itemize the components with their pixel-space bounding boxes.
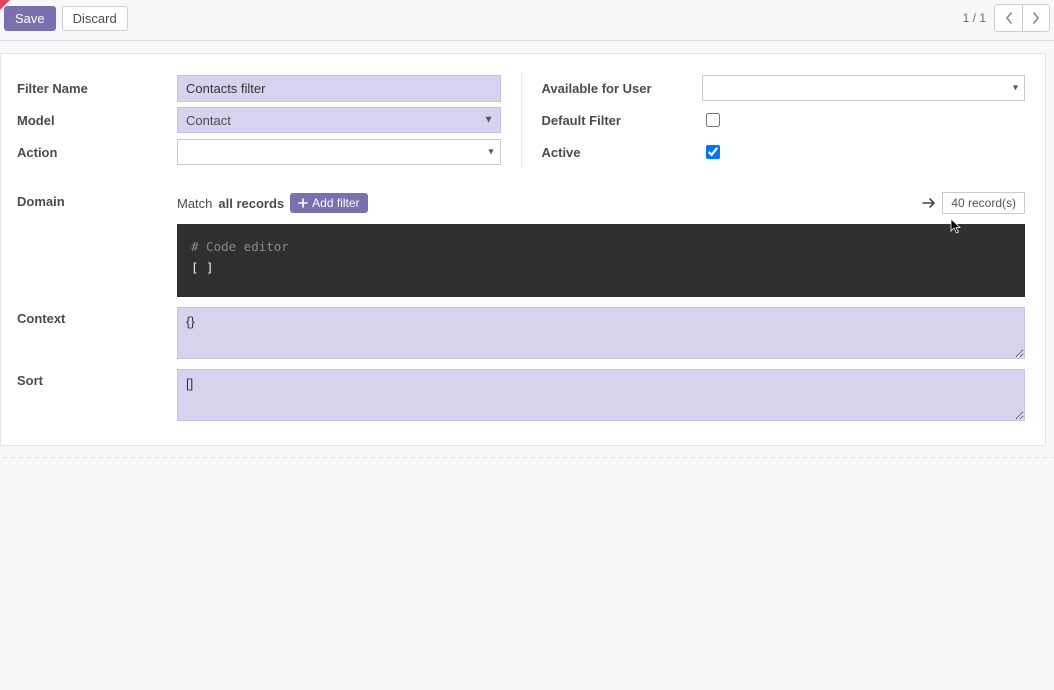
sheet-bottom-edge <box>0 450 1054 458</box>
domain-editor: Match all records Add filter 40 record(s… <box>177 192 1025 297</box>
default-filter-checkbox[interactable] <box>706 113 720 127</box>
available-for-user-label: Available for User <box>542 81 702 96</box>
caret-down-icon: ▾ <box>1013 83 1018 94</box>
default-filter-label: Default Filter <box>542 113 702 128</box>
sort-label: Sort <box>17 369 177 388</box>
save-button[interactable]: Save <box>4 6 56 31</box>
records-button[interactable]: 40 record(s) <box>942 192 1025 214</box>
sort-input[interactable] <box>177 369 1025 421</box>
domain-label: Domain <box>17 192 177 209</box>
domain-code-editor[interactable]: # Code editor [ ] <box>177 224 1025 297</box>
domain-match-text: Match <box>177 196 212 211</box>
code-comment: # Code editor <box>191 236 1011 257</box>
model-select-value: Contact <box>186 113 231 128</box>
filter-name-input[interactable] <box>177 75 501 102</box>
pager-next-button[interactable] <box>1022 4 1050 32</box>
discard-button[interactable]: Discard <box>62 6 128 31</box>
available-for-user-select[interactable]: ▾ <box>702 75 1026 101</box>
action-label: Action <box>17 145 177 160</box>
domain-records: 40 record(s) <box>922 192 1025 214</box>
action-select[interactable]: ▾ <box>177 139 501 165</box>
plus-icon <box>298 198 308 208</box>
pager-text: 1 / 1 <box>963 11 986 25</box>
code-value: [ ] <box>191 257 1011 278</box>
model-select[interactable]: Contact ▼ <box>177 107 501 133</box>
top-fields: Filter Name Model Contact ▼ Action ▾ A <box>17 72 1025 168</box>
form-sheet: Filter Name Model Contact ▼ Action ▾ A <box>0 53 1046 446</box>
domain-match-bold: all records <box>218 196 284 211</box>
add-filter-button[interactable]: Add filter <box>290 193 367 213</box>
active-label: Active <box>542 145 702 160</box>
context-input[interactable] <box>177 307 1025 359</box>
toolbar-left: Save Discard <box>4 6 128 31</box>
arrow-right-icon <box>922 197 936 209</box>
caret-down-icon: ▾ <box>488 147 493 158</box>
active-checkbox[interactable] <box>706 145 720 159</box>
chevron-right-icon <box>1032 12 1040 24</box>
chevron-left-icon <box>1005 12 1013 24</box>
add-filter-label: Add filter <box>312 196 359 210</box>
model-label: Model <box>17 113 177 128</box>
context-label: Context <box>17 307 177 326</box>
pager-prev-button[interactable] <box>994 4 1022 32</box>
toolbar-right: 1 / 1 <box>963 4 1050 32</box>
caret-down-icon: ▼ <box>484 115 494 126</box>
filter-name-label: Filter Name <box>17 81 177 96</box>
toolbar: Save Discard 1 / 1 <box>0 0 1054 41</box>
